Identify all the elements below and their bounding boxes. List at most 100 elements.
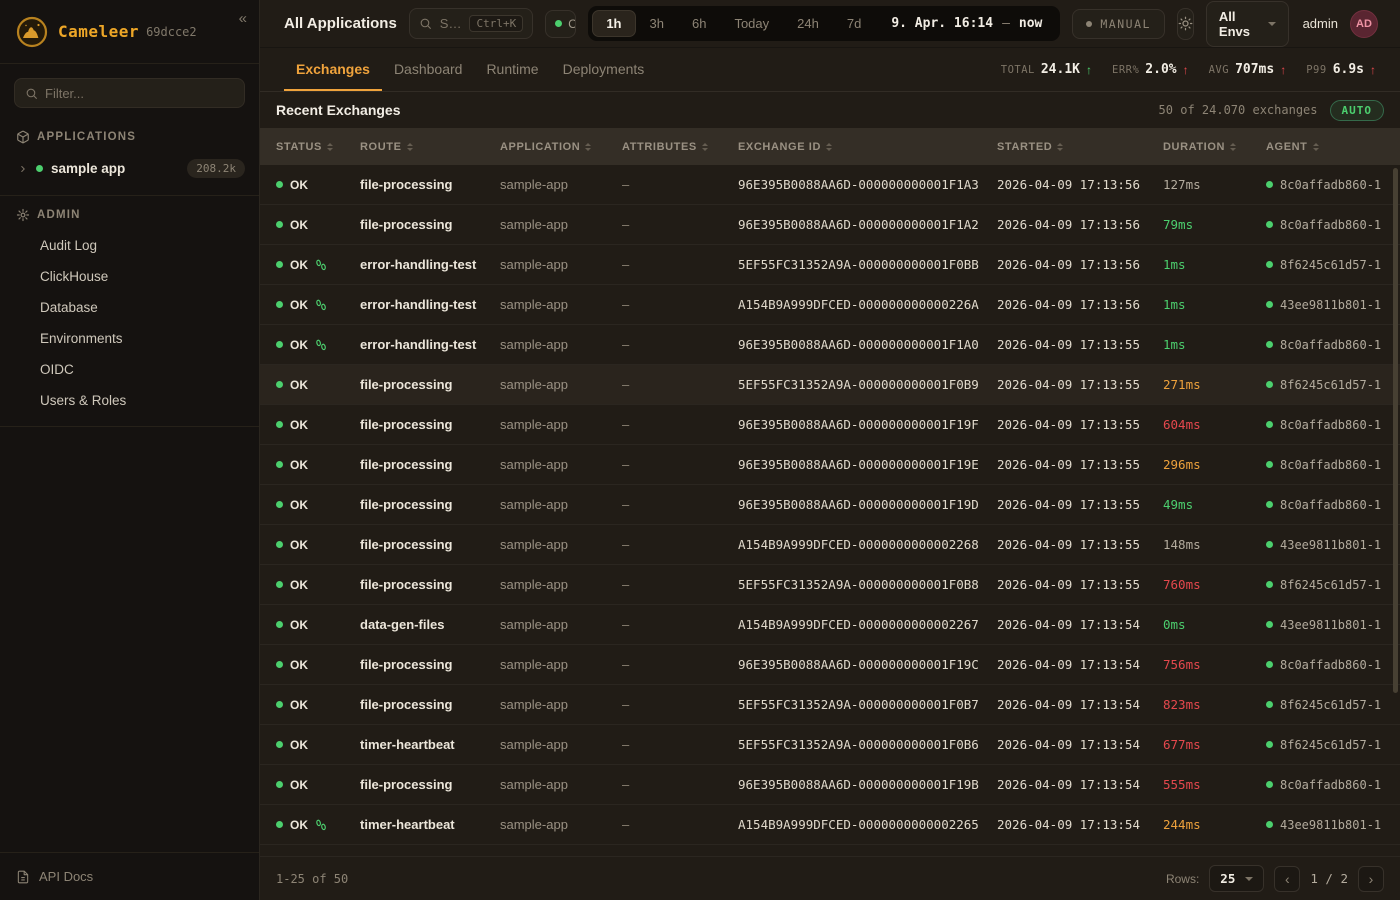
status-dot bbox=[276, 381, 283, 388]
time-range-today[interactable]: Today bbox=[720, 10, 783, 37]
exchange-id-cell: 96E395B0088AA6D-000000000001F1A0 bbox=[738, 337, 997, 352]
auto-refresh-badge[interactable]: AUTO bbox=[1330, 100, 1385, 121]
theme-toggle-button[interactable] bbox=[1177, 8, 1194, 40]
pagination-range-label: 1-25 of 50 bbox=[276, 872, 348, 886]
table-row[interactable]: OK file-processing sample-app – 5EF55FC3… bbox=[260, 565, 1400, 605]
table-row[interactable]: OK file-processing sample-app – 96E395B0… bbox=[260, 445, 1400, 485]
duration-cell: 79ms bbox=[1163, 217, 1266, 232]
route-cell: file-processing bbox=[360, 217, 500, 232]
route-cell: error-handling-test bbox=[360, 297, 500, 312]
sidebar-admin-item-audit-log[interactable]: Audit Log bbox=[0, 230, 259, 261]
agent-cell: 8c0affadb860-1 bbox=[1280, 778, 1381, 792]
status-label: OK bbox=[290, 178, 308, 192]
table-row[interactable]: OK error-handling-test sample-app – 96E3… bbox=[260, 325, 1400, 365]
application-cell: sample-app bbox=[500, 577, 622, 592]
column-header-duration[interactable]: DURATION bbox=[1163, 141, 1266, 153]
sidebar-admin-item-clickhouse[interactable]: ClickHouse bbox=[0, 261, 259, 292]
agent-cell: 43ee9811b801-1 bbox=[1280, 298, 1381, 312]
table-row[interactable]: OK file-processing sample-app – A154B9A9… bbox=[260, 525, 1400, 565]
table-row[interactable]: OK file-processing sample-app – 96E395B0… bbox=[260, 485, 1400, 525]
agent-cell: 8c0affadb860-1 bbox=[1280, 338, 1381, 352]
stats-strip: TOTAL 24.1K ↑ ERR% 2.0% ↑ AVG 707ms ↑ P9… bbox=[1001, 48, 1376, 91]
global-search-button[interactable]: S… Ctrl+K bbox=[409, 8, 533, 39]
chevron-down-icon bbox=[1268, 22, 1276, 26]
tab-dashboard[interactable]: Dashboard bbox=[382, 48, 475, 91]
status-dot bbox=[276, 581, 283, 588]
time-range-7d[interactable]: 7d bbox=[833, 10, 875, 37]
table-row[interactable]: OK timer-heartbeat sample-app – A154B9A9… bbox=[260, 805, 1400, 845]
tab-runtime[interactable]: Runtime bbox=[474, 48, 550, 91]
stat-label: TOTAL bbox=[1001, 64, 1035, 76]
status-dot bbox=[276, 181, 283, 188]
sidebar-item-api-docs[interactable]: API Docs bbox=[0, 852, 259, 900]
chevron-right-icon[interactable] bbox=[18, 164, 28, 174]
time-range-6h[interactable]: 6h bbox=[678, 10, 720, 37]
table-row[interactable]: OK file-processing sample-app – 96E395B0… bbox=[260, 205, 1400, 245]
started-cell: 2026-04-09 17:13:54 bbox=[997, 617, 1163, 632]
sidebar-admin-item-database[interactable]: Database bbox=[0, 292, 259, 323]
time-range-3h[interactable]: 3h bbox=[636, 10, 678, 37]
column-header-exchange-id[interactable]: EXCHANGE ID bbox=[738, 141, 997, 153]
table-row[interactable]: OK file-processing sample-app – 96E395B0… bbox=[260, 645, 1400, 685]
sidebar: Cameleer 69dcce2 « APPLICATIONS sample a… bbox=[0, 0, 260, 900]
stat-p99: P99 6.9s ↑ bbox=[1306, 62, 1376, 77]
rows-per-page-value: 25 bbox=[1220, 871, 1235, 886]
column-header-started[interactable]: STARTED bbox=[997, 141, 1163, 153]
gear-icon bbox=[16, 208, 30, 222]
agent-dot bbox=[1266, 341, 1273, 348]
search-icon bbox=[25, 87, 38, 100]
table-row[interactable]: OK error-handling-test sample-app – 5EF5… bbox=[260, 245, 1400, 285]
column-header-agent[interactable]: AGENT bbox=[1266, 141, 1384, 153]
column-header-status[interactable]: STATUS bbox=[276, 141, 360, 153]
manual-refresh-button[interactable]: MANUAL bbox=[1072, 9, 1165, 39]
online-status-button[interactable]: O bbox=[545, 10, 576, 38]
agent-dot bbox=[1266, 661, 1273, 668]
duration-cell: 244ms bbox=[1163, 817, 1266, 832]
sort-icon bbox=[1313, 143, 1319, 151]
route-cell: data-gen-files bbox=[360, 617, 500, 632]
footprints-icon bbox=[315, 339, 327, 351]
env-select[interactable]: All Envs bbox=[1206, 1, 1289, 47]
table-row[interactable]: OK data-gen-files sample-app – A154B9A99… bbox=[260, 605, 1400, 645]
table-row[interactable]: OK timer-heartbeat sample-app – 5EF55FC3… bbox=[260, 725, 1400, 765]
sidebar-collapse-icon[interactable]: « bbox=[239, 10, 247, 27]
tab-exchanges[interactable]: Exchanges bbox=[284, 48, 382, 91]
started-cell: 2026-04-09 17:13:54 bbox=[997, 737, 1163, 752]
column-header-attributes[interactable]: ATTRIBUTES bbox=[622, 141, 738, 153]
route-cell: file-processing bbox=[360, 537, 500, 552]
table-row[interactable]: OK file-processing sample-app – 96E395B0… bbox=[260, 405, 1400, 445]
time-range-1h[interactable]: 1h bbox=[592, 10, 635, 37]
next-page-button[interactable]: › bbox=[1358, 866, 1384, 892]
rows-per-page-select[interactable]: 25 bbox=[1209, 865, 1264, 892]
table-row[interactable]: OK file-processing sample-app – 5EF55FC3… bbox=[260, 685, 1400, 725]
table-row[interactable]: OK file-processing sample-app – 5EF55FC3… bbox=[260, 365, 1400, 405]
stat-value: 6.9s bbox=[1333, 62, 1364, 77]
sidebar-filter-field[interactable] bbox=[14, 78, 245, 108]
time-range-24h[interactable]: 24h bbox=[783, 10, 833, 37]
duration-cell: 756ms bbox=[1163, 657, 1266, 672]
table-row[interactable]: OK error-handling-test sample-app – A154… bbox=[260, 285, 1400, 325]
table-row[interactable]: OK file-processing sample-app – 96E395B0… bbox=[260, 765, 1400, 805]
column-header-application[interactable]: APPLICATION bbox=[500, 141, 622, 153]
sidebar-admin-item-environments[interactable]: Environments bbox=[0, 323, 259, 354]
sidebar-admin-item-users-roles[interactable]: Users & Roles bbox=[0, 385, 259, 416]
trend-arrow-icon: ↑ bbox=[1280, 63, 1286, 77]
applications-section-header: APPLICATIONS bbox=[0, 118, 259, 152]
sidebar-admin-item-oidc[interactable]: OIDC bbox=[0, 354, 259, 385]
date-range-display[interactable]: 9. Apr. 16:14 – now bbox=[875, 16, 1056, 31]
admin-nav: Audit LogClickHouseDatabaseEnvironmentsO… bbox=[0, 230, 259, 416]
scrollbar-thumb[interactable] bbox=[1393, 168, 1398, 693]
tab-deployments[interactable]: Deployments bbox=[551, 48, 657, 91]
agent-dot bbox=[1266, 181, 1273, 188]
status-label: OK bbox=[290, 538, 308, 552]
application-cell: sample-app bbox=[500, 177, 622, 192]
table-row[interactable]: OK file-processing sample-app – 96E395B0… bbox=[260, 165, 1400, 205]
prev-page-button[interactable]: ‹ bbox=[1274, 866, 1300, 892]
manual-label: MANUAL bbox=[1100, 17, 1151, 31]
avatar[interactable]: AD bbox=[1350, 10, 1378, 38]
sidebar-filter-input[interactable] bbox=[45, 86, 234, 101]
status-dot bbox=[276, 461, 283, 468]
column-header-route[interactable]: ROUTE bbox=[360, 141, 500, 153]
sidebar-item-sample-app[interactable]: sample app 208.2k bbox=[0, 152, 259, 185]
footprints-icon bbox=[315, 259, 327, 271]
